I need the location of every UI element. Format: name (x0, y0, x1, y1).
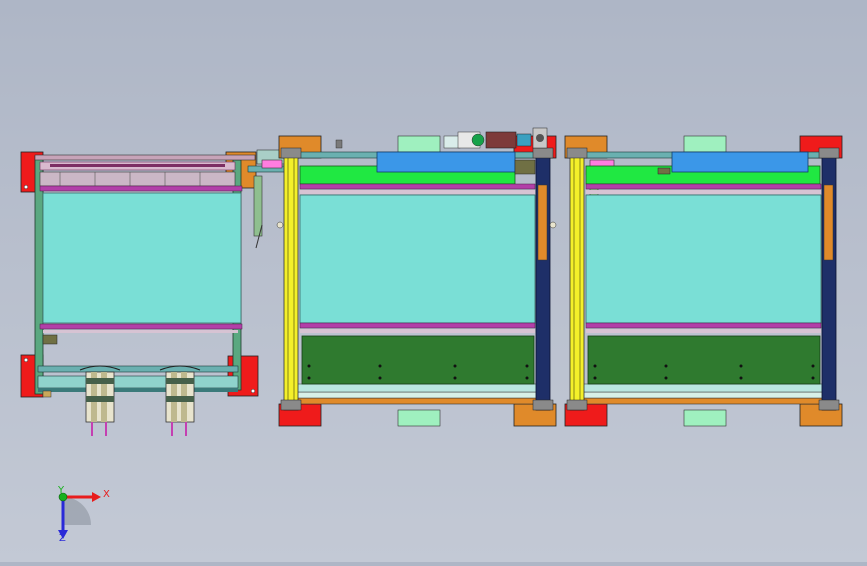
mint-tab-bottom (397, 409, 441, 427)
axis-triad: X Y Z (57, 485, 110, 544)
y-axis-label: Y (57, 485, 65, 496)
x-axis-label: X (103, 489, 110, 500)
left-conveyor-section (20, 151, 259, 436)
gear-motor-assembly (335, 127, 548, 149)
assembly-drawing: X Y Z (20, 127, 843, 544)
conveyor-belt-c (585, 194, 822, 324)
conveyor-section-b (276, 135, 557, 427)
dark-green-panel-b (301, 335, 535, 385)
cylinder-2 (159, 365, 201, 436)
conveyor-section-c (564, 135, 843, 427)
z-axis-label: Z (59, 533, 66, 544)
cad-viewport[interactable]: X Y Z (0, 0, 867, 562)
blue-motor-plate (376, 151, 516, 173)
roller-bar-bottom (39, 323, 243, 330)
cylinder-1 (79, 365, 121, 436)
yellow-post-b (283, 151, 299, 411)
conveyor-belt-b (299, 194, 536, 324)
conveyor-belt-left (42, 192, 242, 324)
roller-bar-top (39, 185, 243, 192)
side-rail-left (34, 155, 44, 395)
mint-tab-top (397, 135, 441, 153)
